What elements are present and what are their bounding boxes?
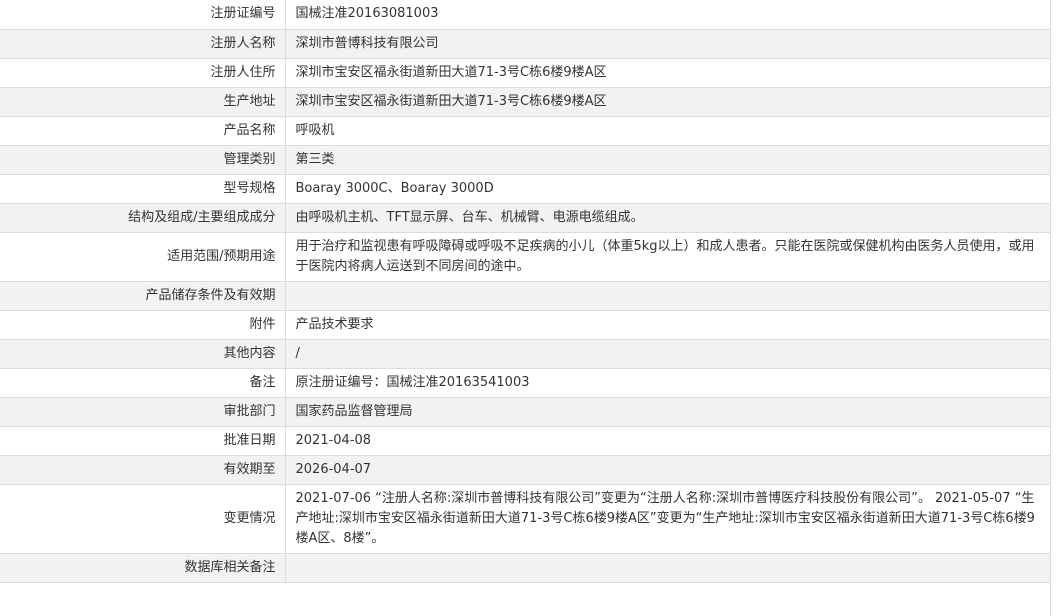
registration-detail-table: 注册证编号 国械注准20163081003 注册人名称 深圳市普博科技有限公司 … bbox=[0, 0, 1050, 583]
row-product-name: 产品名称 呼吸机 bbox=[0, 116, 1050, 146]
row-value: 深圳市宝安区福永街道新田大道71-3号C栋6楼9楼A区 bbox=[285, 87, 1050, 117]
row-value: 用于治疗和监视患有呼吸障碍或呼吸不足疾病的小儿（体重5kg以上）和成人患者。只能… bbox=[285, 232, 1050, 282]
row-label: 结构及组成/主要组成成分 bbox=[0, 203, 286, 233]
row-label: 备注 bbox=[0, 368, 286, 398]
row-value: / bbox=[285, 339, 1050, 369]
row-attachment: 附件 产品技术要求 bbox=[0, 310, 1050, 340]
row-production-address: 生产地址 深圳市宝安区福永街道新田大道71-3号C栋6楼9楼A区 bbox=[0, 87, 1050, 117]
row-label: 注册人名称 bbox=[0, 29, 286, 59]
row-value: Boaray 3000C、Boaray 3000D bbox=[285, 174, 1050, 204]
row-change-history: 变更情况 2021-07-06 “注册人名称:深圳市普博科技有限公司”变更为“注… bbox=[0, 484, 1050, 554]
row-label: 变更情况 bbox=[0, 484, 286, 554]
row-other-content: 其他内容 / bbox=[0, 339, 1050, 369]
row-label: 适用范围/预期用途 bbox=[0, 232, 286, 282]
row-value: 2021-07-06 “注册人名称:深圳市普博科技有限公司”变更为“注册人名称:… bbox=[285, 484, 1050, 554]
row-registrant-name: 注册人名称 深圳市普博科技有限公司 bbox=[0, 29, 1050, 59]
row-label: 产品名称 bbox=[0, 116, 286, 146]
row-approval-date: 批准日期 2021-04-08 bbox=[0, 426, 1050, 456]
row-label: 批准日期 bbox=[0, 426, 286, 456]
row-valid-until: 有效期至 2026-04-07 bbox=[0, 455, 1050, 485]
row-label: 生产地址 bbox=[0, 87, 286, 117]
row-registrant-address: 注册人住所 深圳市宝安区福永街道新田大道71-3号C栋6楼9楼A区 bbox=[0, 58, 1050, 88]
row-label: 有效期至 bbox=[0, 455, 286, 485]
row-value: 深圳市宝安区福永街道新田大道71-3号C栋6楼9楼A区 bbox=[285, 58, 1050, 88]
row-intended-use: 适用范围/预期用途 用于治疗和监视患有呼吸障碍或呼吸不足疾病的小儿（体重5kg以… bbox=[0, 232, 1050, 282]
row-label: 管理类别 bbox=[0, 145, 286, 175]
row-label: 注册人住所 bbox=[0, 58, 286, 88]
row-remarks: 备注 原注册证编号：国械注准20163541003 bbox=[0, 368, 1050, 398]
row-label: 注册证编号 bbox=[0, 0, 286, 30]
row-label: 型号规格 bbox=[0, 174, 286, 204]
row-value: 产品技术要求 bbox=[285, 310, 1050, 340]
row-value: 2026-04-07 bbox=[285, 455, 1050, 485]
row-value: 原注册证编号：国械注准20163541003 bbox=[285, 368, 1050, 398]
row-value bbox=[285, 553, 1050, 583]
row-value: 由呼吸机主机、TFT显示屏、台车、机械臂、电源电缆组成。 bbox=[285, 203, 1050, 233]
row-model-spec: 型号规格 Boaray 3000C、Boaray 3000D bbox=[0, 174, 1050, 204]
row-value: 国家药品监督管理局 bbox=[285, 397, 1050, 427]
row-registration-number: 注册证编号 国械注准20163081003 bbox=[0, 0, 1050, 30]
row-value: 2021-04-08 bbox=[285, 426, 1050, 456]
row-value: 深圳市普博科技有限公司 bbox=[285, 29, 1050, 59]
row-value: 呼吸机 bbox=[285, 116, 1050, 146]
row-value: 第三类 bbox=[285, 145, 1050, 175]
row-value: 国械注准20163081003 bbox=[285, 0, 1050, 30]
row-label: 数据库相关备注 bbox=[0, 553, 286, 583]
registration-detail-panel: 注册证编号 国械注准20163081003 注册人名称 深圳市普博科技有限公司 … bbox=[0, 0, 1051, 616]
row-label: 产品储存条件及有效期 bbox=[0, 281, 286, 311]
row-structure-composition: 结构及组成/主要组成成分 由呼吸机主机、TFT显示屏、台车、机械臂、电源电缆组成… bbox=[0, 203, 1050, 233]
row-label: 附件 bbox=[0, 310, 286, 340]
row-value bbox=[285, 281, 1050, 311]
row-management-category: 管理类别 第三类 bbox=[0, 145, 1050, 175]
row-storage-conditions: 产品储存条件及有效期 bbox=[0, 281, 1050, 311]
row-label: 审批部门 bbox=[0, 397, 286, 427]
row-label: 其他内容 bbox=[0, 339, 286, 369]
row-approval-department: 审批部门 国家药品监督管理局 bbox=[0, 397, 1050, 427]
row-database-remarks: 数据库相关备注 bbox=[0, 553, 1050, 583]
